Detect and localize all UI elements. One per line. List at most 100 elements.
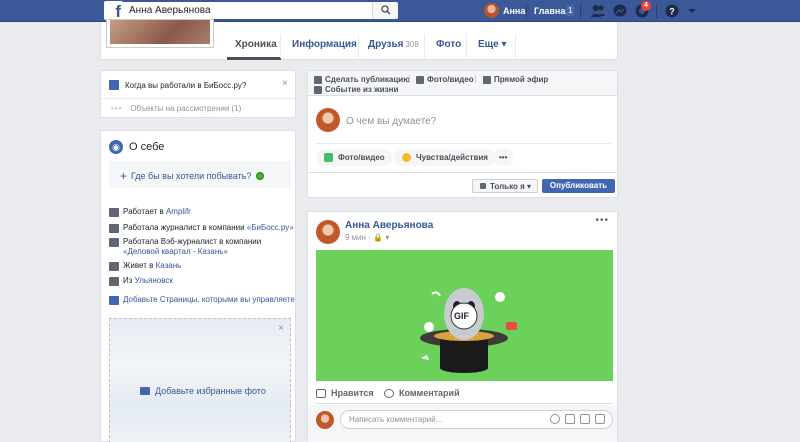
emoji-icon[interactable] bbox=[550, 414, 560, 424]
about-card: ◉ О себе + Где бы вы хотели побывать? Раб… bbox=[100, 130, 296, 442]
post-options-icon[interactable]: ••• bbox=[595, 215, 609, 226]
avatar[interactable] bbox=[316, 220, 340, 244]
about-work-past: Работала журналист в компании «БиБосс.ру… bbox=[109, 223, 294, 233]
chevron-down-icon[interactable] bbox=[684, 3, 700, 19]
tab-label: Прямой эфир bbox=[494, 75, 549, 84]
publish-button[interactable]: Опубликовать bbox=[542, 179, 615, 193]
tab-label: Сделать публикацию bbox=[325, 75, 411, 84]
more-options-button[interactable]: ••• bbox=[492, 149, 515, 166]
avatar bbox=[484, 3, 499, 18]
thumbs-up-icon bbox=[316, 388, 326, 398]
avatar bbox=[316, 108, 340, 132]
tab-create-post[interactable]: Сделать публикацию bbox=[314, 75, 410, 84]
divider bbox=[656, 4, 657, 18]
comment-label: Комментарий bbox=[399, 388, 460, 398]
comment-icon bbox=[384, 388, 394, 398]
work-question-text: Когда вы работали в БиБосс.ру? bbox=[125, 80, 247, 90]
add-pages-link[interactable]: Добавьте Страницы, которыми вы управляет… bbox=[109, 295, 295, 305]
about-text: Живет в bbox=[123, 261, 156, 270]
search-button[interactable] bbox=[372, 2, 398, 19]
divider bbox=[475, 75, 476, 83]
briefcase-icon bbox=[109, 208, 119, 217]
top-navigation-bar: f Анна Аверьянова Анна Главная 1 4 ? bbox=[0, 0, 800, 22]
pending-items-link[interactable]: ••• Объекты на рассмотрении (1) bbox=[111, 104, 241, 113]
camera-icon[interactable] bbox=[565, 414, 575, 424]
divider bbox=[466, 34, 467, 58]
post-text-input[interactable]: О чем вы думаете? bbox=[346, 116, 436, 127]
tab-about[interactable]: Информация bbox=[292, 39, 357, 50]
photo-icon bbox=[140, 387, 150, 395]
post-author[interactable]: Анна Аверьянова bbox=[345, 220, 433, 231]
feeling-activity-button[interactable]: Чувства/действия bbox=[394, 149, 496, 166]
city-link[interactable]: Ульяновск bbox=[135, 276, 173, 285]
work-question[interactable]: Когда вы работали в БиБосс.ру? bbox=[109, 80, 246, 90]
privacy-selector[interactable]: Только я ▾ bbox=[472, 179, 538, 193]
tab-label: Событие из жизни bbox=[325, 85, 399, 94]
about-work-current: Работает в Amplifr bbox=[109, 207, 191, 217]
divider bbox=[409, 75, 410, 83]
tab-label: Фото/видео bbox=[427, 75, 474, 84]
pill-label: Чувства/действия bbox=[416, 153, 488, 162]
comment-tools bbox=[550, 414, 605, 424]
pending-items-label: Объекты на рассмотрении (1) bbox=[130, 104, 242, 113]
briefcase-icon bbox=[109, 238, 119, 247]
messenger-icon[interactable] bbox=[612, 3, 628, 19]
avatar bbox=[316, 411, 334, 429]
lock-icon bbox=[480, 183, 486, 189]
composer-tabs: Сделать публикацию Фото/видео Прямой эфи… bbox=[308, 71, 617, 96]
search-icon bbox=[381, 5, 391, 15]
flag-icon bbox=[314, 85, 322, 94]
tab-more[interactable]: Еще ▾ bbox=[478, 39, 506, 50]
add-featured-photos-link[interactable]: Добавьте избранные фото bbox=[140, 386, 266, 396]
flag-icon bbox=[109, 296, 119, 305]
employer-link[interactable]: Amplifr bbox=[166, 207, 191, 216]
post-timestamp[interactable]: 9 мин · 🔒 ▾ bbox=[345, 233, 389, 242]
video-camera-icon bbox=[483, 75, 491, 84]
briefcase-icon bbox=[109, 224, 119, 233]
gif-animation[interactable]: GIF bbox=[316, 250, 613, 381]
facebook-logo[interactable]: f bbox=[104, 1, 123, 20]
tab-live-video[interactable]: Прямой эфир bbox=[483, 75, 548, 84]
tab-life-event[interactable]: Событие из жизни bbox=[314, 85, 398, 94]
friends-count: 308 bbox=[405, 40, 419, 49]
user-name: Анна bbox=[503, 5, 526, 16]
sticker-icon[interactable] bbox=[595, 414, 605, 424]
divider bbox=[101, 98, 295, 99]
gif-icon[interactable] bbox=[580, 414, 590, 424]
tab-timeline[interactable]: Хроника bbox=[235, 39, 277, 50]
like-button[interactable]: Нравится bbox=[316, 388, 374, 398]
help-icon[interactable]: ? bbox=[664, 3, 680, 19]
comment-input[interactable]: Написать комментарий... bbox=[340, 410, 613, 429]
friend-requests-icon[interactable] bbox=[590, 3, 606, 19]
globe-icon bbox=[255, 172, 264, 180]
location-pin-icon bbox=[109, 277, 119, 286]
feed-post: Анна Аверьянова 9 мин · 🔒 ▾ ••• GIF Нрав… bbox=[307, 211, 618, 442]
active-tab-indicator bbox=[227, 57, 281, 60]
city-link[interactable]: Казань bbox=[156, 261, 182, 270]
travel-question-text: Где бы вы хотели побывать? bbox=[131, 171, 252, 181]
about-text: Работала Вэб-журналист в компании bbox=[123, 237, 262, 246]
divider bbox=[316, 143, 611, 144]
search-input[interactable]: Анна Аверьянова bbox=[123, 2, 373, 19]
tab-friends[interactable]: Друзья 308 bbox=[368, 39, 419, 50]
tab-photos[interactable]: Фото bbox=[436, 39, 461, 50]
employer-link[interactable]: «БиБосс.ру» bbox=[247, 223, 294, 232]
profile-link[interactable]: Анна bbox=[484, 3, 525, 18]
close-icon[interactable]: × bbox=[282, 78, 288, 89]
divider bbox=[358, 34, 359, 58]
profile-photo[interactable] bbox=[107, 20, 213, 47]
close-icon[interactable]: × bbox=[278, 323, 284, 334]
about-text: Из bbox=[123, 276, 135, 285]
photo-icon bbox=[416, 75, 424, 84]
tab-photo-video[interactable]: Фото/видео bbox=[416, 75, 474, 84]
like-label: Нравится bbox=[331, 388, 374, 398]
about-header: ◉ О себе bbox=[109, 140, 164, 154]
travel-question-button[interactable]: + Где бы вы хотели побывать? bbox=[109, 161, 291, 188]
photo-video-button[interactable]: Фото/видео bbox=[316, 149, 393, 166]
divider bbox=[316, 403, 613, 404]
about-text: Работала журналист в компании bbox=[123, 223, 247, 232]
privacy-label: Только я ▾ bbox=[490, 181, 531, 191]
comment-button[interactable]: Комментарий bbox=[384, 388, 460, 398]
employer-link[interactable]: «Деловой квартал - Казань» bbox=[123, 247, 228, 256]
featured-photos-box[interactable]: × Добавьте избранные фото bbox=[109, 318, 291, 442]
